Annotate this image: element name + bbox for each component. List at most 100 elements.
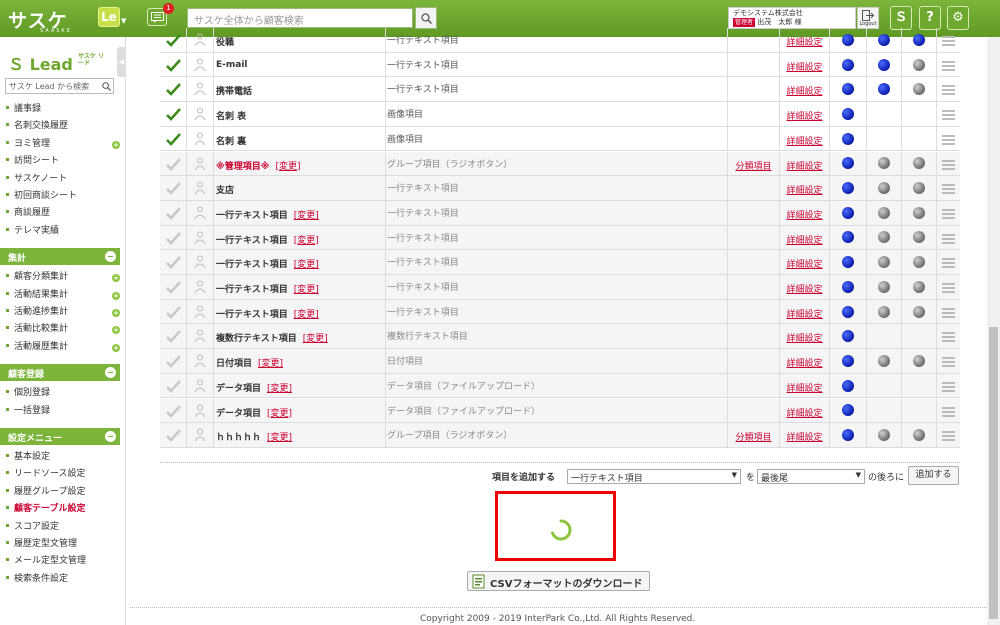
required-toggle[interactable]	[187, 52, 214, 77]
sidebar-item[interactable]: 活動比較集計	[4, 321, 68, 338]
status-dot-icon[interactable]	[878, 182, 890, 195]
visibility-checkbox[interactable]	[160, 200, 187, 225]
drag-handle[interactable]	[937, 201, 960, 225]
change-link[interactable]: [変更]	[267, 433, 292, 443]
detail-settings-link[interactable]: 詳細設定	[786, 186, 822, 196]
status-dot-icon[interactable]	[878, 280, 890, 293]
visibility-checkbox[interactable]	[160, 28, 187, 52]
status-dot-icon[interactable]	[913, 157, 925, 170]
drag-handle-icon[interactable]	[942, 381, 955, 394]
display-setting-cell[interactable]	[830, 52, 867, 77]
required-toggle[interactable]	[187, 77, 214, 102]
lead-logo[interactable]: Ｓ Lead サスケ リード	[8, 51, 104, 75]
drag-handle[interactable]	[937, 399, 960, 423]
global-search-input[interactable]: サスケ全体から顧客検索	[187, 8, 413, 28]
collapse-minus-icon[interactable]	[105, 431, 116, 442]
detail-settings-link[interactable]: 詳細設定	[786, 63, 822, 73]
visibility-checkbox[interactable]	[160, 423, 187, 447]
category-link[interactable]: 分類項目	[735, 433, 771, 443]
change-link[interactable]: [変更]	[303, 334, 328, 344]
required-toggle[interactable]	[187, 324, 214, 349]
drag-handle-icon[interactable]	[942, 406, 955, 419]
status-dot-icon[interactable]	[842, 305, 854, 318]
expand-plus-icon[interactable]: +	[112, 274, 120, 283]
sidebar-search-input[interactable]: サスケ Lead から検索	[5, 78, 114, 94]
detail-settings-link[interactable]: 詳細設定	[786, 38, 822, 48]
detail-settings-link[interactable]: 詳細設定	[786, 433, 822, 443]
visibility-checkbox[interactable]	[160, 176, 187, 200]
required-toggle[interactable]	[187, 349, 214, 373]
sidebar-item[interactable]: 訪問シート	[4, 153, 59, 170]
drag-handle[interactable]	[937, 226, 960, 250]
drag-handle[interactable]	[937, 374, 960, 398]
display-setting-cell[interactable]	[867, 423, 902, 447]
expand-plus-icon[interactable]: +	[112, 343, 120, 352]
display-setting-cell[interactable]	[867, 200, 902, 225]
change-link[interactable]: [変更]	[258, 359, 283, 369]
visibility-checkbox[interactable]	[160, 225, 187, 250]
display-setting-cell[interactable]	[867, 77, 902, 102]
display-setting-cell[interactable]	[902, 176, 937, 200]
sidebar-item[interactable]: メール定型文管理	[4, 553, 86, 570]
display-setting-cell[interactable]	[867, 28, 902, 52]
saaske-icon[interactable]: Ｓ	[890, 6, 912, 30]
required-toggle[interactable]	[187, 28, 214, 52]
sidebar-item[interactable]: 履歴グループ設定	[4, 484, 85, 501]
display-setting-cell[interactable]	[830, 373, 867, 398]
visibility-checkbox[interactable]	[160, 250, 187, 274]
status-dot-icon[interactable]	[878, 305, 890, 318]
status-dot-icon[interactable]	[913, 231, 925, 244]
display-setting-cell[interactable]	[902, 373, 937, 398]
sidebar-item[interactable]: テレマ実績	[4, 223, 59, 240]
sidebar-item[interactable]: 活動進捗集計	[4, 304, 68, 321]
drag-handle-icon[interactable]	[942, 332, 955, 344]
status-dot-icon[interactable]	[878, 429, 890, 442]
status-dot-icon[interactable]	[913, 206, 925, 219]
sidebar-item[interactable]: 商談履歴	[4, 205, 50, 222]
required-toggle[interactable]	[187, 373, 214, 398]
drag-handle-icon[interactable]	[942, 134, 955, 147]
sidebar-item[interactable]: ヨミ管理	[4, 136, 50, 153]
drag-handle[interactable]	[937, 127, 960, 151]
drag-handle[interactable]	[937, 423, 960, 447]
display-setting-cell[interactable]	[902, 349, 937, 373]
drag-handle-icon[interactable]	[942, 85, 955, 97]
add-button[interactable]: 追加する	[908, 466, 959, 485]
display-setting-cell[interactable]	[830, 324, 867, 349]
drag-handle[interactable]	[937, 324, 960, 348]
sidebar-item[interactable]: 検索条件設定	[4, 571, 68, 588]
detail-settings-link[interactable]: 詳細設定	[786, 112, 822, 122]
sidebar-item[interactable]: 基本設定	[4, 449, 50, 466]
visibility-checkbox[interactable]	[160, 275, 187, 299]
change-link[interactable]: [変更]	[267, 384, 292, 394]
display-setting-cell[interactable]	[830, 299, 867, 324]
display-setting-cell[interactable]	[830, 250, 867, 274]
sidebar-section-header[interactable]: 顧客登録	[0, 364, 120, 382]
visibility-checkbox[interactable]	[160, 373, 187, 398]
drag-handle-icon[interactable]	[942, 36, 955, 48]
required-toggle[interactable]	[187, 126, 214, 151]
drag-handle[interactable]	[937, 300, 960, 324]
display-setting-cell[interactable]	[830, 151, 867, 176]
status-dot-icon[interactable]	[913, 58, 925, 71]
chevron-down-icon[interactable]: ▼	[121, 17, 126, 25]
display-setting-cell[interactable]	[867, 324, 902, 349]
required-toggle[interactable]	[187, 423, 214, 447]
display-setting-cell[interactable]	[902, 250, 937, 274]
status-dot-icon[interactable]	[878, 354, 890, 367]
display-setting-cell[interactable]	[867, 250, 902, 274]
status-dot-icon[interactable]	[842, 280, 854, 293]
drag-handle-icon[interactable]	[942, 258, 955, 270]
status-dot-icon[interactable]	[842, 83, 854, 96]
csv-download-button[interactable]: CSVフォーマットのダウンロード	[467, 571, 650, 591]
required-toggle[interactable]	[187, 176, 214, 200]
display-setting-cell[interactable]	[902, 28, 937, 52]
sidebar-item[interactable]: サスケノート	[4, 171, 67, 188]
status-dot-icon[interactable]	[842, 157, 854, 170]
scrollbar-thumb[interactable]	[989, 327, 998, 619]
sidebar-item[interactable]: 履歴定型文管理	[4, 536, 77, 553]
status-dot-icon[interactable]	[913, 256, 925, 269]
expand-plus-icon[interactable]: +	[112, 309, 120, 317]
display-setting-cell[interactable]	[830, 349, 867, 373]
required-toggle[interactable]	[187, 225, 214, 250]
